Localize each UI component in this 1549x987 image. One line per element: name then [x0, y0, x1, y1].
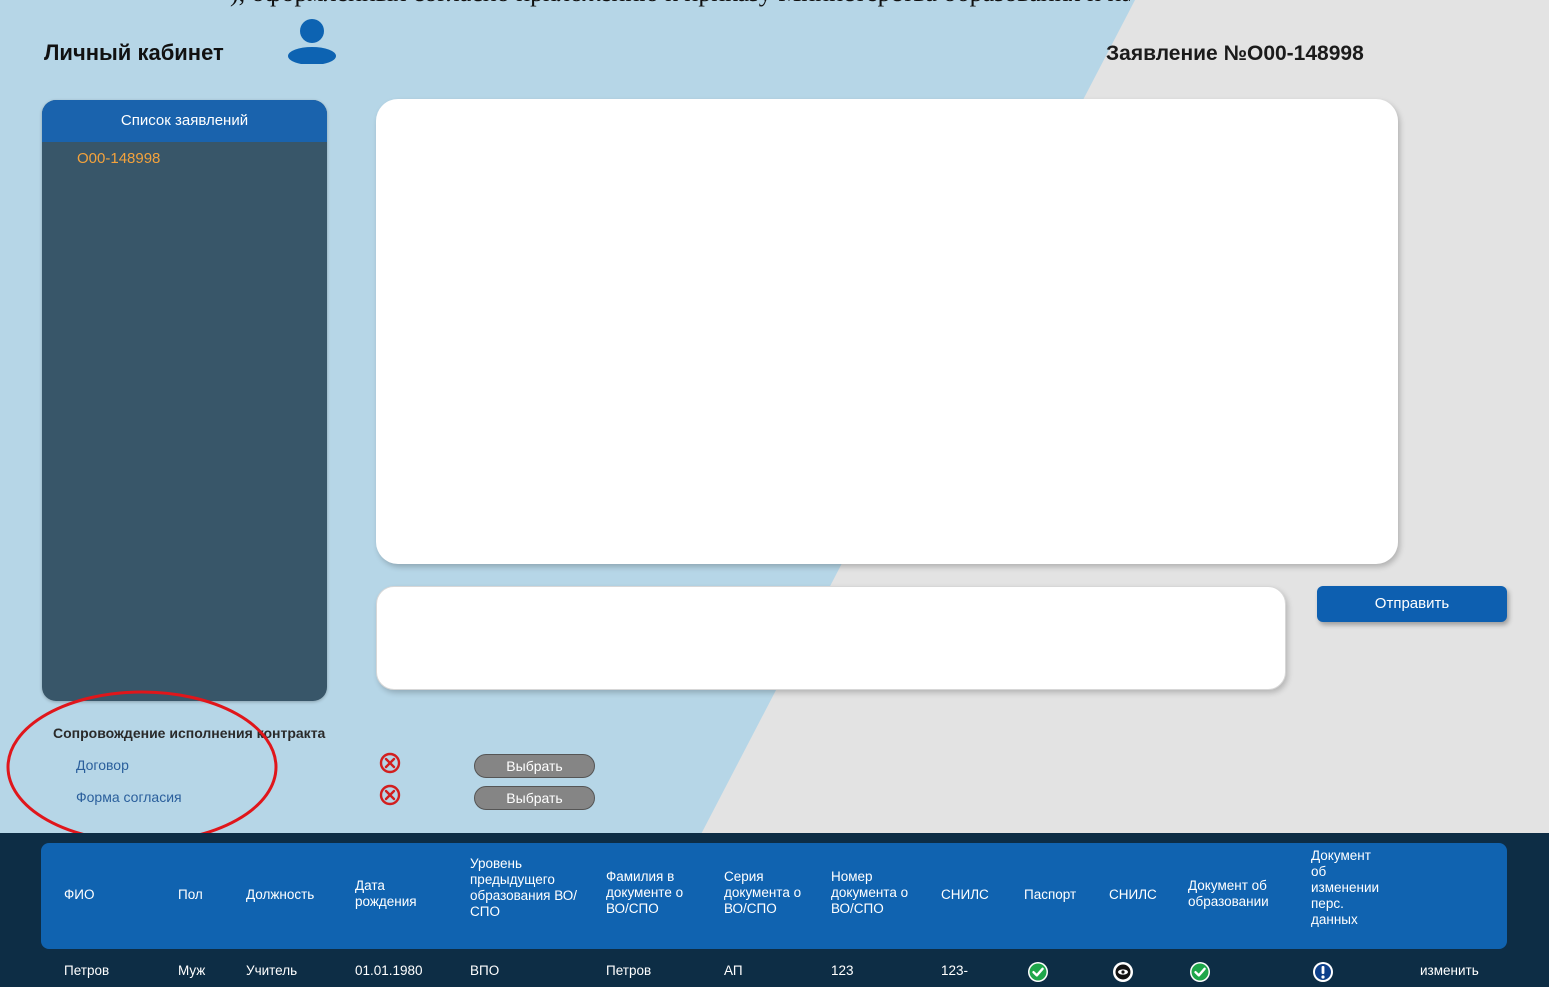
column-header-passport: Паспорт [1024, 887, 1077, 902]
error-circle-icon [379, 752, 401, 774]
message-input[interactable] [376, 586, 1286, 690]
red-highlight-oval [6, 690, 278, 844]
page-title: Личный кабинет [44, 40, 224, 65]
column-header-doc-series: Серия документа о ВО/СПО [724, 869, 802, 916]
check-circle-icon[interactable] [1027, 961, 1049, 983]
check-circle-icon[interactable] [1189, 961, 1211, 983]
column-header-position: Должность [246, 887, 315, 902]
application-list-item[interactable]: О00-148998 [42, 142, 327, 167]
select-contract-button[interactable]: Выбрать [474, 754, 595, 778]
column-header-education-document: Документ об образовании [1188, 878, 1269, 909]
edit-link[interactable]: изменить [1420, 963, 1479, 979]
cell-birth-date: 01.01.1980 [355, 963, 423, 978]
cell-doc-series: АП [724, 963, 743, 978]
cell-doc-number: 123 [831, 963, 854, 978]
application-list: Список заявлений О00-148998 [42, 100, 327, 701]
column-header-birth-date: Дата рождения [355, 878, 417, 909]
column-header-fio: ФИО [64, 887, 95, 902]
cell-doc-surname: Петров [606, 963, 652, 978]
column-header-doc-number: Номер документа о ВО/СПО [831, 869, 909, 916]
messages-panel [376, 99, 1398, 564]
user-icon [288, 19, 336, 64]
cell-sex: Муж [178, 963, 206, 978]
cell-snils: 123- [941, 963, 969, 978]
application-list-title: Список заявлений [42, 100, 327, 142]
eye-circle-icon[interactable] [1112, 961, 1134, 983]
cell-education-level: ВПО [470, 963, 500, 978]
cell-position: Учитель [246, 963, 298, 978]
column-header-snils: СНИЛС [941, 887, 989, 902]
select-consent-form-button[interactable]: Выбрать [474, 786, 595, 810]
column-header-doc-surname: Фамилия в документе о ВО/СПО [606, 869, 684, 916]
column-header-change-document: Документ об изменении перс. данных [1311, 848, 1380, 927]
error-circle-icon [379, 784, 401, 806]
application-number-title: Заявление №О00-148998 [1106, 42, 1364, 65]
cropped-document-text: ), оформленных согласно приложению к при… [230, 0, 1130, 8]
column-header-sex: Пол [178, 887, 203, 902]
cell-fio: Петров [64, 963, 110, 978]
exclamation-circle-icon[interactable] [1312, 961, 1334, 983]
column-header-education-level: Уровень предыдущего образования ВО/СПО [470, 856, 578, 919]
send-button[interactable]: Отправить [1317, 586, 1507, 622]
column-header-snils-scan: СНИЛС [1109, 887, 1157, 902]
